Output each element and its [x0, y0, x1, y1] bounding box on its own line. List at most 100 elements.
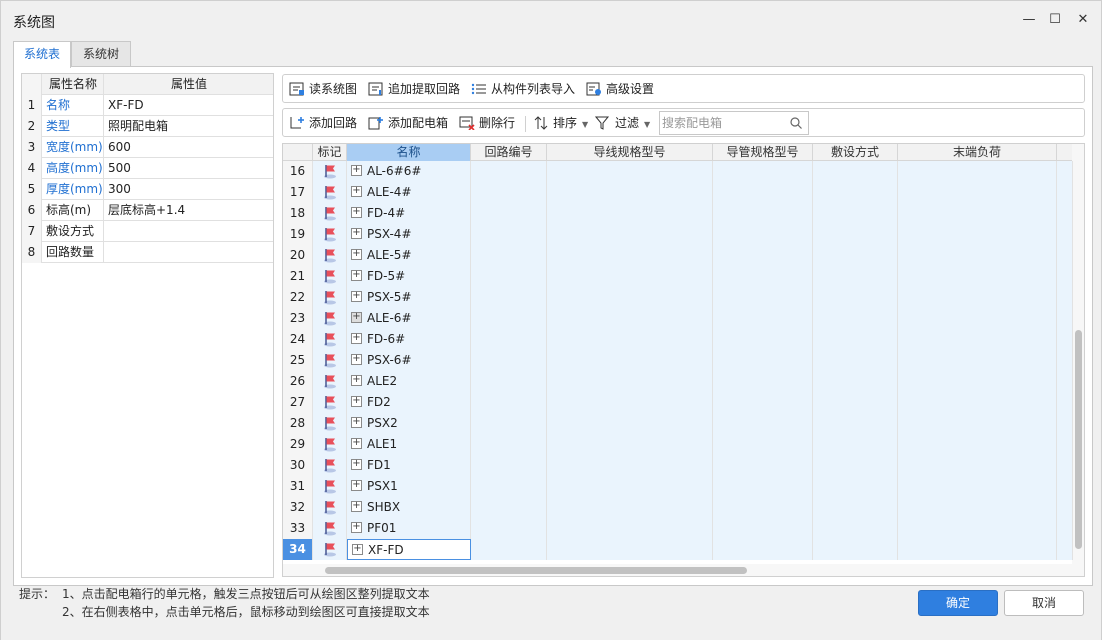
data-cell[interactable]	[813, 266, 898, 287]
import-from-component-list-button[interactable]: 从构件列表导入	[471, 75, 575, 103]
tab-system-tree[interactable]: 系统树	[71, 41, 131, 67]
mark-cell[interactable]	[313, 161, 347, 182]
data-cell[interactable]	[1057, 455, 1073, 476]
table-row[interactable]: 18 + FD-4#	[283, 203, 1073, 224]
sort-dropdown-icon[interactable]: ▼	[582, 120, 588, 129]
table-row[interactable]: 24 + FD-6#	[283, 329, 1073, 350]
expand-icon[interactable]: +	[351, 522, 362, 533]
maximize-icon[interactable]: ☐	[1044, 9, 1066, 31]
row-number[interactable]: 19	[283, 224, 313, 245]
table-row[interactable]: 33 + PF01	[283, 518, 1073, 539]
data-cell[interactable]	[471, 287, 547, 308]
data-cell[interactable]	[898, 245, 1057, 266]
data-cell[interactable]	[471, 266, 547, 287]
data-cell[interactable]	[547, 497, 713, 518]
row-number[interactable]: 22	[283, 287, 313, 308]
table-row[interactable]: 34 + XF-FD	[283, 539, 1073, 560]
data-cell[interactable]	[471, 434, 547, 455]
name-cell[interactable]: + PSX1	[347, 476, 471, 497]
data-cell[interactable]	[547, 161, 713, 182]
data-cell[interactable]	[547, 434, 713, 455]
data-cell[interactable]	[471, 161, 547, 182]
expand-icon[interactable]: +	[351, 165, 362, 176]
data-cell[interactable]	[898, 161, 1057, 182]
data-cell[interactable]	[898, 518, 1057, 539]
mark-cell[interactable]	[313, 392, 347, 413]
data-cell[interactable]	[713, 539, 813, 560]
expand-icon[interactable]: +	[351, 186, 362, 197]
data-cell[interactable]	[1057, 350, 1073, 371]
data-cell[interactable]	[898, 350, 1057, 371]
expand-icon[interactable]: +	[351, 480, 362, 491]
row-number[interactable]: 29	[283, 434, 313, 455]
name-cell[interactable]: + ALE2	[347, 371, 471, 392]
mark-cell[interactable]	[313, 371, 347, 392]
expand-icon[interactable]: +	[351, 270, 362, 281]
mark-cell[interactable]	[313, 539, 347, 560]
data-cell[interactable]	[1057, 476, 1073, 497]
data-cell[interactable]	[1057, 371, 1073, 392]
property-value[interactable]: XF-FD	[105, 95, 273, 116]
expand-icon[interactable]: +	[351, 207, 362, 218]
data-cell[interactable]	[898, 392, 1057, 413]
data-cell[interactable]	[1057, 518, 1073, 539]
data-cell[interactable]	[813, 287, 898, 308]
row-number[interactable]: 23	[283, 308, 313, 329]
search-icon[interactable]	[790, 117, 802, 129]
mark-cell[interactable]	[313, 350, 347, 371]
data-cell[interactable]	[471, 308, 547, 329]
table-row[interactable]: 26 + ALE2	[283, 371, 1073, 392]
row-number[interactable]: 18	[283, 203, 313, 224]
cancel-button[interactable]: 取消	[1004, 590, 1084, 616]
data-cell[interactable]	[813, 539, 898, 560]
data-cell[interactable]	[1057, 392, 1073, 413]
data-cell[interactable]	[547, 203, 713, 224]
table-row[interactable]: 28 + PSX2	[283, 413, 1073, 434]
data-cell[interactable]	[713, 371, 813, 392]
data-cell[interactable]	[471, 371, 547, 392]
header-conduit-spec[interactable]: 导管规格型号	[713, 144, 813, 161]
data-cell[interactable]	[1057, 434, 1073, 455]
property-row[interactable]: 6 标高(m) 层底标高+1.4	[22, 200, 273, 221]
data-cell[interactable]	[898, 329, 1057, 350]
header-end-load[interactable]: 末端负荷	[898, 144, 1057, 161]
data-cell[interactable]	[713, 224, 813, 245]
close-icon[interactable]: ✕	[1072, 9, 1094, 31]
header-name[interactable]: 名称	[347, 144, 471, 161]
name-cell[interactable]: + ALE-6#	[347, 308, 471, 329]
name-cell[interactable]: + FD-6#	[347, 329, 471, 350]
data-cell[interactable]	[813, 329, 898, 350]
mark-cell[interactable]	[313, 224, 347, 245]
add-distribution-box-button[interactable]: 添加配电箱	[368, 109, 448, 137]
name-cell[interactable]: + XF-FD	[347, 539, 471, 560]
data-cell[interactable]	[713, 413, 813, 434]
property-row[interactable]: 4 高度(mm) 500	[22, 158, 273, 179]
data-cell[interactable]	[1057, 329, 1073, 350]
data-cell[interactable]	[1057, 308, 1073, 329]
data-cell[interactable]	[898, 434, 1057, 455]
name-cell[interactable]: + AL-6#6#	[347, 161, 471, 182]
data-cell[interactable]	[898, 497, 1057, 518]
data-cell[interactable]	[471, 539, 547, 560]
data-cell[interactable]	[471, 476, 547, 497]
data-cell[interactable]	[547, 371, 713, 392]
data-cell[interactable]	[547, 392, 713, 413]
filter-dropdown-icon[interactable]: ▼	[644, 120, 650, 129]
expand-icon[interactable]: +	[352, 544, 363, 555]
data-cell[interactable]	[547, 476, 713, 497]
mark-cell[interactable]	[313, 497, 347, 518]
data-cell[interactable]	[547, 245, 713, 266]
expand-icon[interactable]: +	[351, 375, 362, 386]
row-number[interactable]: 16	[283, 161, 313, 182]
expand-icon[interactable]: +	[351, 228, 362, 239]
table-row[interactable]: 25 + PSX-6#	[283, 350, 1073, 371]
data-cell[interactable]	[1057, 245, 1073, 266]
mark-cell[interactable]	[313, 182, 347, 203]
data-cell[interactable]	[813, 182, 898, 203]
advanced-settings-button[interactable]: 高级设置	[586, 75, 654, 103]
data-cell[interactable]	[713, 329, 813, 350]
sort-button[interactable]: 排序 ▼	[533, 109, 588, 137]
data-cell[interactable]	[547, 518, 713, 539]
expand-icon[interactable]: +	[351, 312, 362, 323]
header-wire-spec[interactable]: 导线规格型号	[547, 144, 713, 161]
